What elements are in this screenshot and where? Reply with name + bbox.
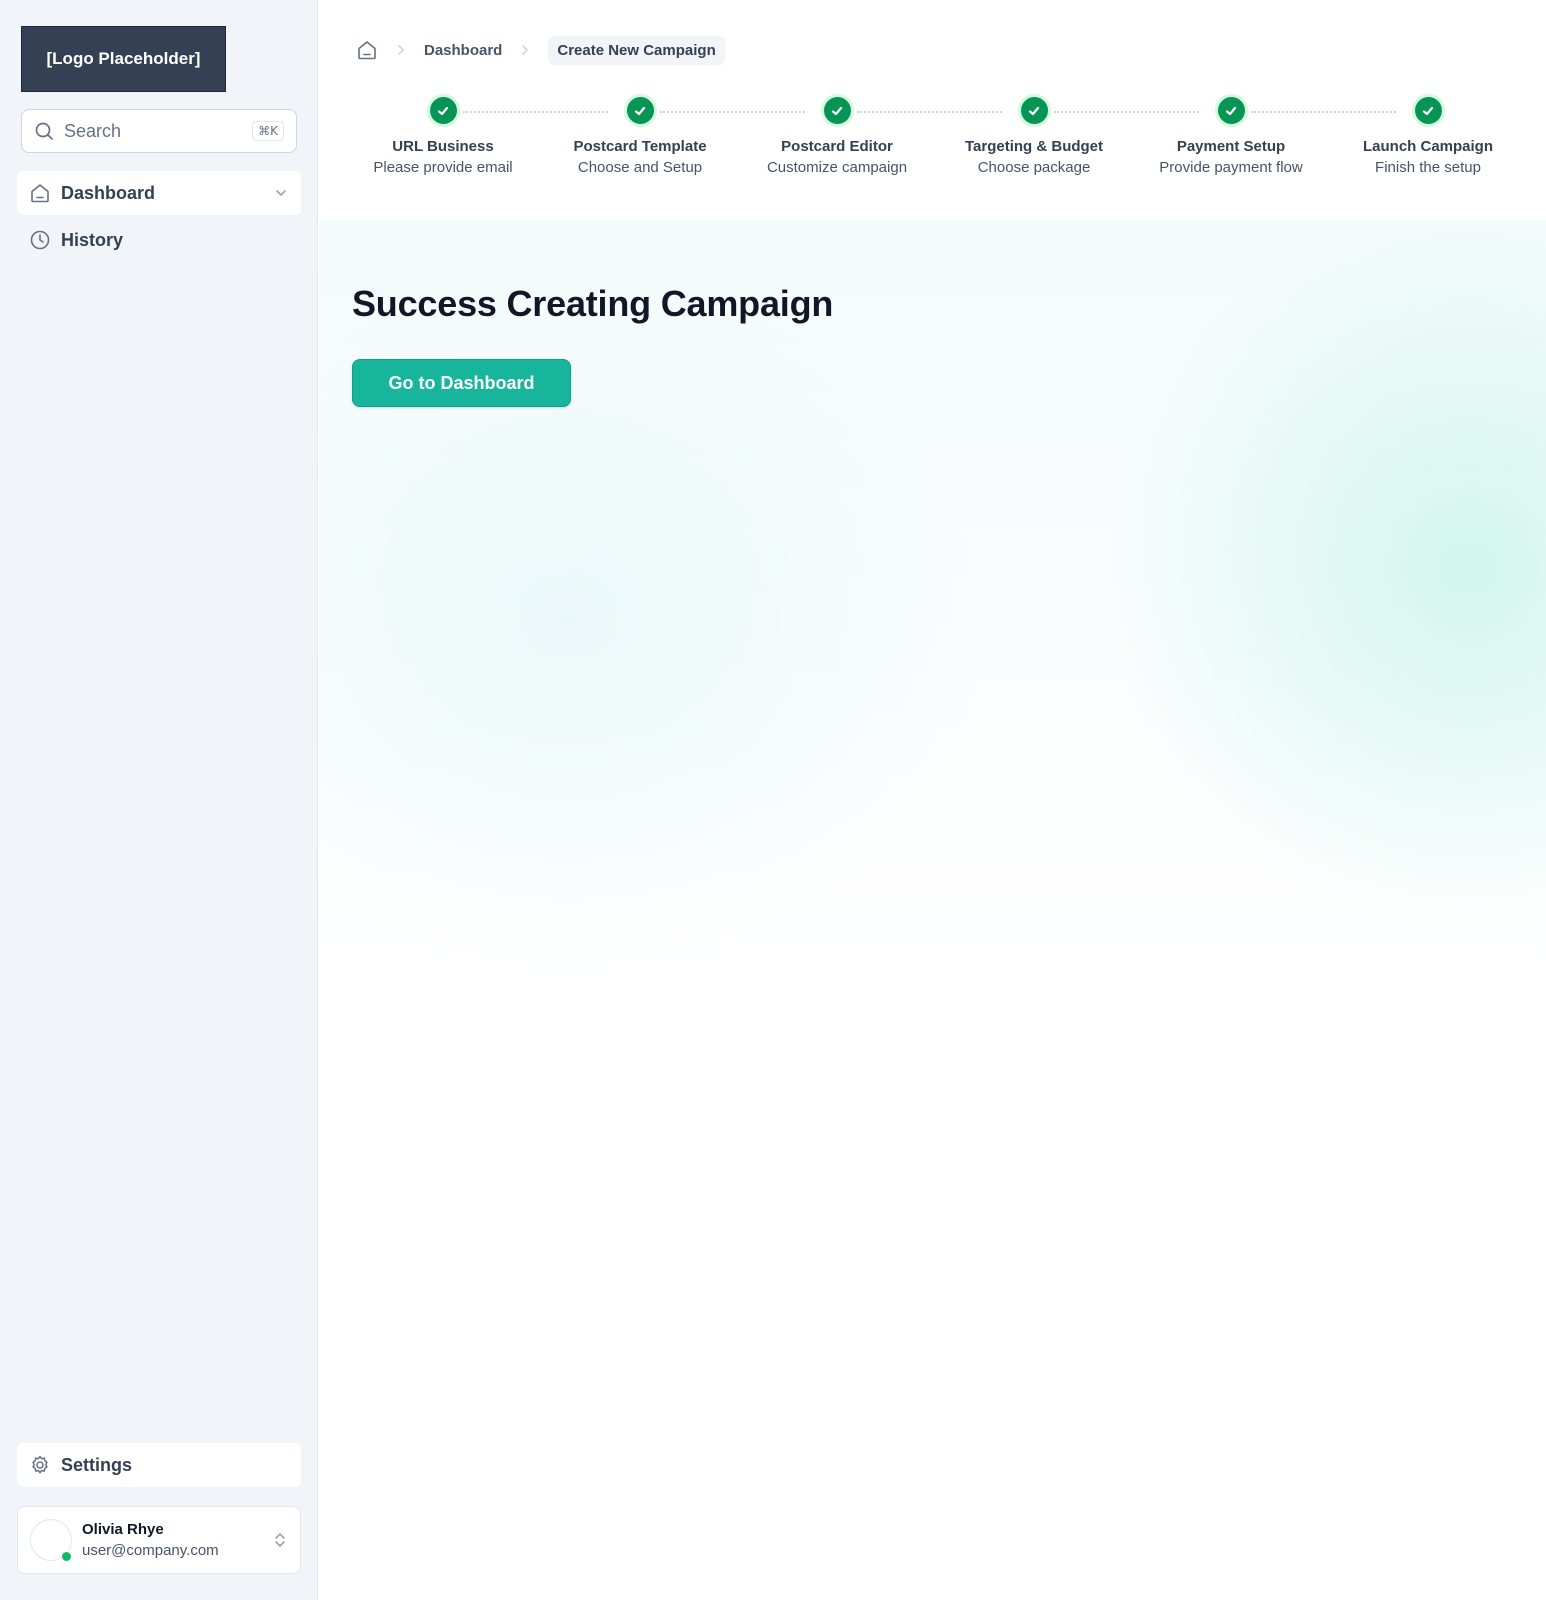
step-subtitle: Please provide email (373, 159, 513, 176)
step-targeting-budget[interactable]: Targeting & Budget Choose package (934, 96, 1134, 179)
step-title: Postcard Editor (781, 138, 893, 155)
search-placeholder: Search (64, 120, 122, 141)
step-subtitle: Provide payment flow (1159, 159, 1303, 176)
chevron-down-icon[interactable] (273, 185, 289, 201)
check-icon (1414, 97, 1442, 124)
chevron-selector-icon[interactable] (272, 1531, 288, 1549)
sidebar-item-label: History (61, 229, 124, 250)
clock-icon (30, 230, 50, 250)
sidebar: [Logo Placeholder] Search ⌘K Dashboard H… (0, 0, 318, 1600)
page-title: Success Creating Campaign (352, 283, 834, 324)
sidebar-item-label: Settings (61, 1454, 133, 1475)
step-postcard-template[interactable]: Postcard Template Choose and Setup (540, 96, 740, 179)
step-launch-campaign[interactable]: Launch Campaign Finish the setup (1328, 96, 1528, 179)
search-icon (35, 122, 53, 140)
step-subtitle: Choose and Setup (577, 159, 703, 176)
check-icon (1217, 97, 1245, 124)
chevron-right-icon (398, 45, 404, 55)
chevron-right-icon (522, 45, 529, 55)
gear-icon (32, 1455, 48, 1474)
content-background (319, 220, 1546, 1600)
step-title: Postcard Template (573, 138, 707, 155)
step-title: URL Business (392, 138, 494, 155)
logo[interactable]: [Logo Placeholder] (21, 26, 226, 92)
sidebar-item-settings[interactable]: Settings (17, 1443, 301, 1487)
search-input[interactable]: Search ⌘K (21, 109, 297, 153)
check-icon (429, 97, 457, 124)
step-subtitle: Finish the setup (1375, 159, 1481, 176)
online-status-indicator (61, 1551, 72, 1562)
user-name: Olivia Rhye (82, 1521, 164, 1538)
check-icon (823, 97, 851, 124)
step-subtitle: Customize campaign (766, 159, 908, 176)
avatar (30, 1519, 72, 1562)
step-title: Targeting & Budget (964, 138, 1104, 155)
home-icon (31, 184, 49, 203)
user-info: Olivia Rhye user@company.com (82, 1519, 272, 1561)
check-icon (1020, 97, 1048, 124)
user-email: user@company.com (82, 1542, 219, 1559)
sidebar-item-history[interactable]: History (17, 218, 301, 262)
sidebar-item-label: Dashboard (61, 182, 156, 203)
breadcrumb: Dashboard Create New Campaign (356, 35, 725, 65)
user-account-card[interactable]: Olivia Rhye user@company.com (17, 1506, 301, 1574)
breadcrumb-dashboard[interactable]: Dashboard (424, 42, 502, 59)
step-title: Launch Campaign (1362, 138, 1493, 155)
step-title: Payment Setup (1176, 138, 1286, 155)
sidebar-item-dashboard[interactable]: Dashboard (17, 171, 301, 215)
check-icon (626, 97, 654, 124)
go-to-dashboard-button[interactable]: Go to Dashboard (352, 359, 571, 407)
progress-stepper: URL Business Please provide email Postca… (340, 96, 1540, 186)
step-payment-setup[interactable]: Payment Setup Provide payment flow (1131, 96, 1331, 179)
step-subtitle: Choose package (977, 159, 1091, 176)
home-icon[interactable] (356, 39, 378, 61)
step-postcard-editor[interactable]: Postcard Editor Customize campaign (737, 96, 937, 179)
search-shortcut-badge: ⌘K (252, 121, 284, 141)
breadcrumb-current: Create New Campaign (548, 35, 725, 65)
step-url-business[interactable]: URL Business Please provide email (343, 96, 543, 179)
